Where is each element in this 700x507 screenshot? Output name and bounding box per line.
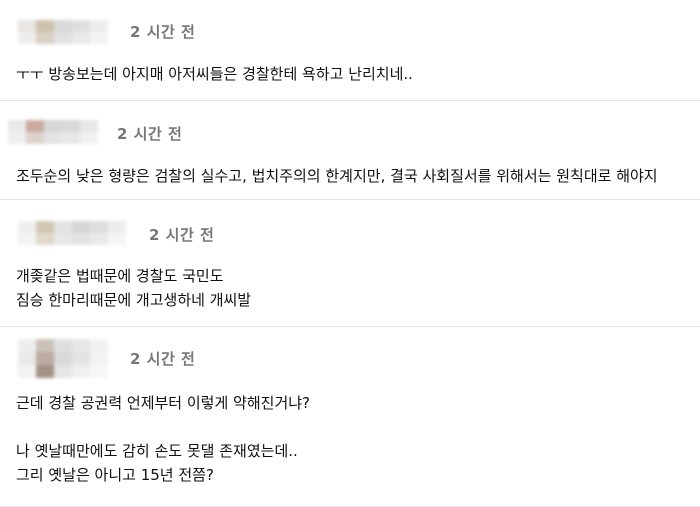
comment-item: 2 시간 전 ㅜㅜ 방송보는데 아지매 아저씨들은 경찰한테 욕하고 난리치네.…: [0, 0, 700, 101]
comment-header: [8, 120, 98, 144]
comment-line: 근데 경찰 공권력 언제부터 이렇게 약해진거냐?: [16, 394, 311, 412]
comment-line: 그리 옛날은 아니고 15년 전쯤?: [16, 466, 214, 484]
comment-item: 2 시간 전 조두순의 낮은 형량은 검찰의 실수고, 법치주의의 한계지만, …: [0, 101, 700, 200]
avatar-blurred[interactable]: [8, 120, 98, 144]
avatar-blurred[interactable]: [18, 20, 108, 44]
comment-header: [18, 339, 108, 378]
comment-time: 2 시간 전: [117, 125, 183, 143]
comment-text: 조두순의 낮은 형량은 검찰의 실수고, 법치주의의 한계지만, 결국 사회질서…: [16, 166, 658, 186]
comment-line: 조두순의 낮은 형량은 검찰의 실수고, 법치주의의 한계지만, 결국 사회질서…: [16, 167, 658, 185]
comment-item: 2 시간 전 개좆같은 법때문에 경찰도 국민도 짐승 한마리때문에 개고생하네…: [0, 200, 700, 327]
comment-time: 2 시간 전: [130, 350, 196, 368]
comment-line: ㅜㅜ 방송보는데 아지매 아저씨들은 경찰한테 욕하고 난리치네..: [16, 65, 413, 83]
comment-text: ㅜㅜ 방송보는데 아지매 아저씨들은 경찰한테 욕하고 난리치네..: [16, 64, 413, 84]
comment-line: 나 옛날때만에도 감히 손도 못댈 존재였는데..: [16, 442, 298, 460]
comment-header: [18, 20, 108, 44]
avatar-blurred[interactable]: [18, 339, 108, 378]
comment-text: 개좆같은 법때문에 경찰도 국민도 짐승 한마리때문에 개고생하네 개씨발: [16, 264, 251, 312]
comment-line: 개좆같은 법때문에 경찰도 국민도: [16, 267, 224, 285]
comment-line: 짐승 한마리때문에 개고생하네 개씨발: [16, 291, 252, 309]
comment-item: 2 시간 전 근데 경찰 공권력 언제부터 이렇게 약해진거냐? 나 옛날때만에…: [0, 327, 700, 507]
comment-header: [18, 221, 126, 245]
comment-line: [16, 415, 310, 439]
comment-time: 2 시간 전: [130, 23, 196, 41]
comment-time: 2 시간 전: [149, 226, 215, 244]
comment-text: 근데 경찰 공권력 언제부터 이렇게 약해진거냐? 나 옛날때만에도 감히 손도…: [16, 391, 310, 487]
avatar-blurred[interactable]: [18, 221, 126, 245]
